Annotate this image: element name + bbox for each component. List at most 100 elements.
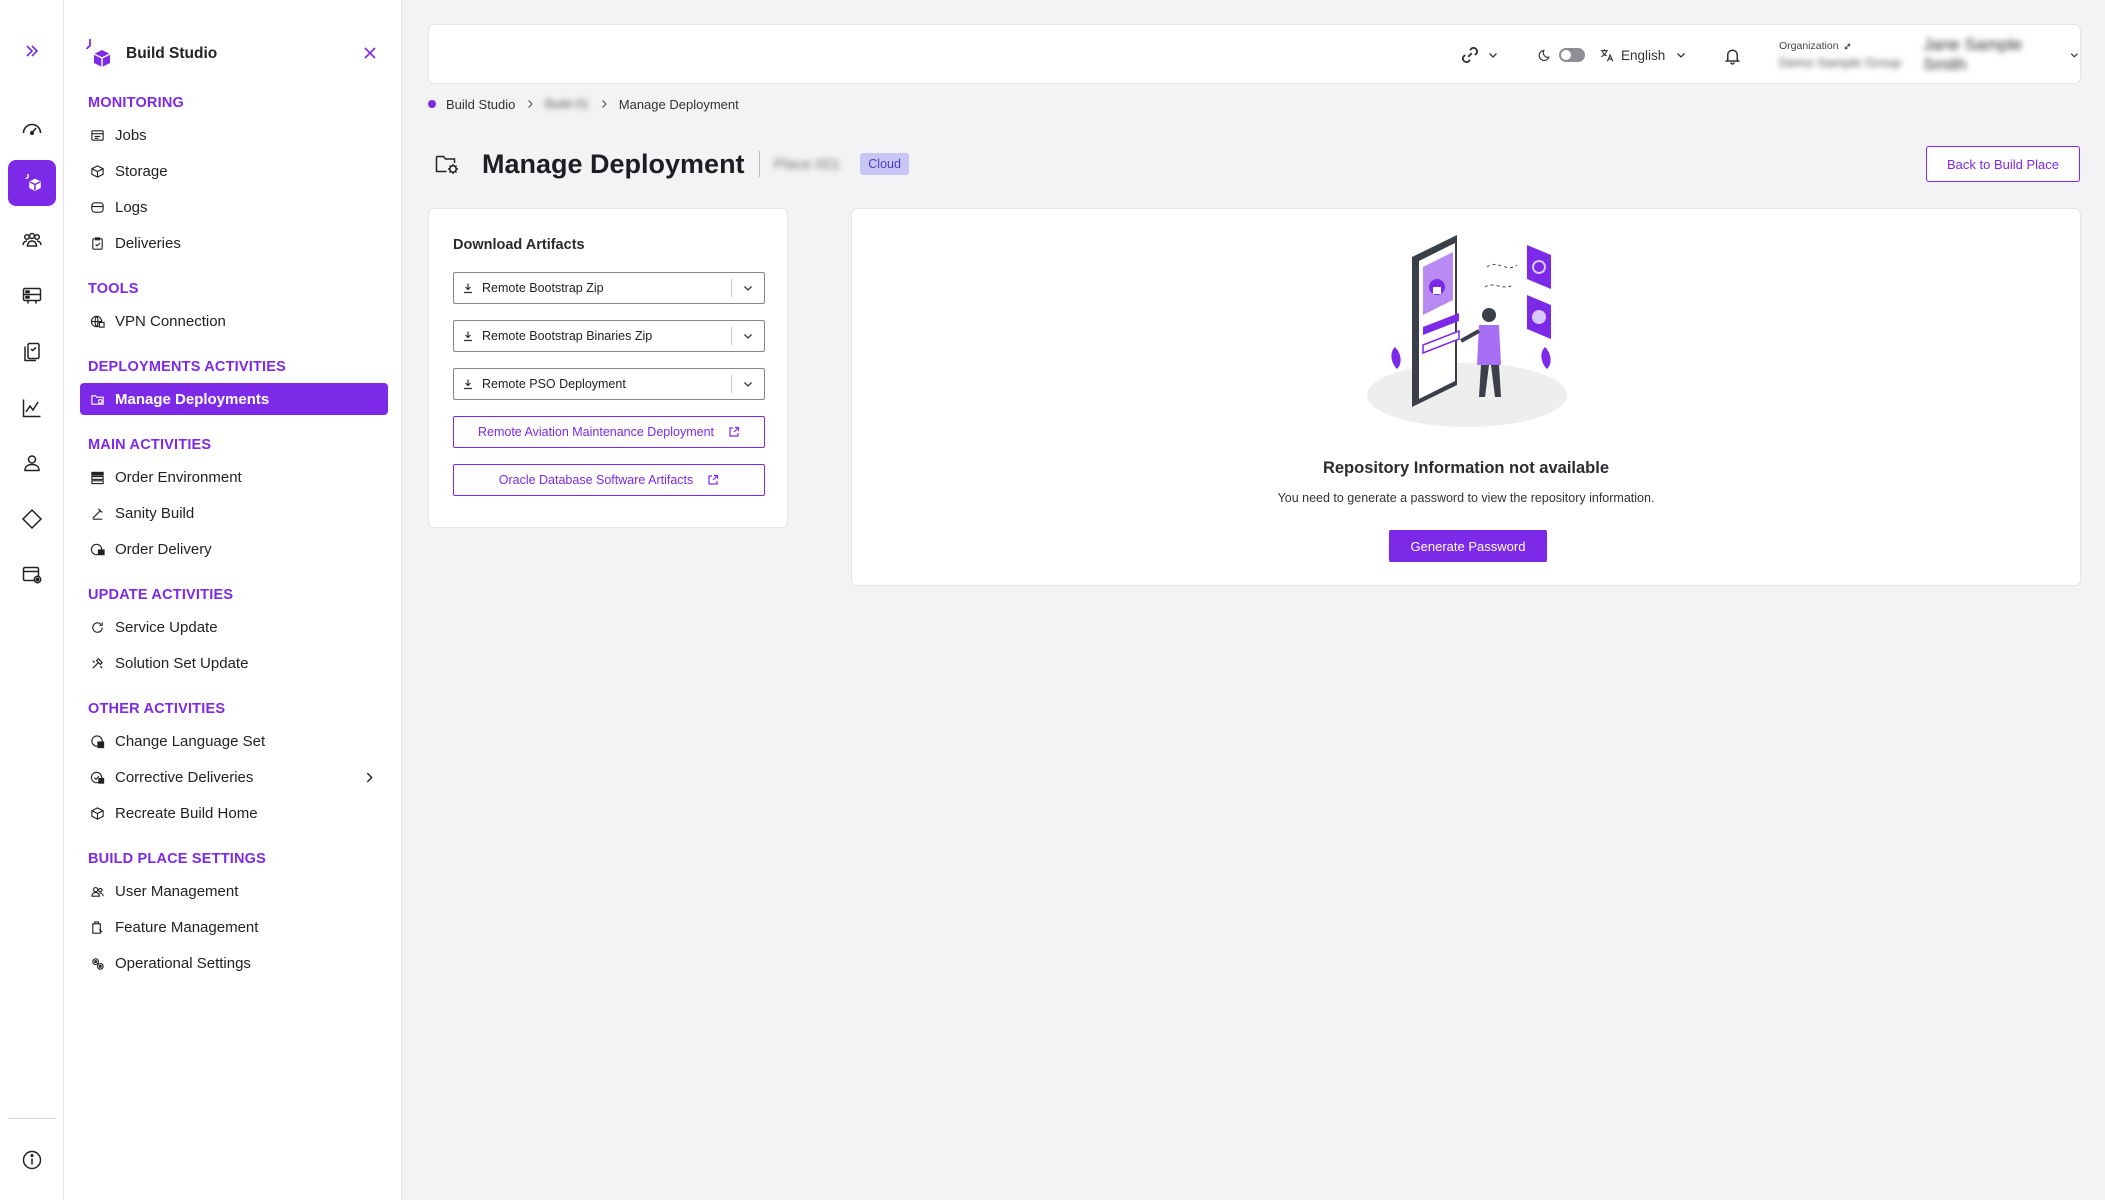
- dashboard-gauge-icon[interactable]: [8, 106, 56, 152]
- nav-section-tools: TOOLS: [88, 281, 139, 297]
- nav-section-build-place-settings: BUILD PLACE SETTINGS: [88, 851, 267, 867]
- storage-icon: [91, 164, 104, 178]
- build-studio-icon[interactable]: [8, 160, 56, 206]
- info-icon[interactable]: [8, 1137, 56, 1183]
- user-management-icon: [91, 886, 104, 897]
- nav-section-deployments-activities: DEPLOYMENTS ACTIVITIES: [88, 359, 287, 375]
- card-title: Download Artifacts: [453, 237, 585, 253]
- nav-item-label: Sanity Build: [115, 504, 195, 522]
- chevron-right-icon[interactable]: [363, 771, 376, 784]
- chevron-down-icon[interactable]: [742, 282, 754, 294]
- nav-item-solution-set-update[interactable]: Solution Set Update: [80, 647, 388, 679]
- external-link-icon: [708, 474, 719, 485]
- nav-item-manage-deployments[interactable]: Manage Deployments: [80, 383, 388, 415]
- oracle-database-software-artifacts-button[interactable]: Oracle Database Software Artifacts: [453, 464, 765, 496]
- download-icon: [464, 331, 472, 342]
- dropdown-label: Remote Bootstrap Binaries Zip: [482, 329, 653, 343]
- nav-item-order-delivery[interactable]: Order Delivery: [80, 533, 388, 565]
- dropdown-remote-bootstrap-binaries-zip[interactable]: Remote Bootstrap Binaries Zip: [453, 320, 765, 352]
- nav-item-label: Deliveries: [115, 234, 181, 252]
- chevron-down-icon[interactable]: [742, 378, 754, 390]
- nav-item-user-management[interactable]: User Management: [80, 875, 388, 907]
- nav-item-label: Storage: [115, 162, 168, 180]
- nav-item-vpn-connection[interactable]: VPN Connection: [80, 305, 388, 337]
- download-icon: [464, 283, 472, 294]
- user-icon[interactable]: [8, 440, 56, 486]
- button-label: Remote Aviation Maintenance Deployment: [477, 425, 715, 439]
- translate-icon: [1600, 49, 1614, 62]
- user-menu[interactable]: Jane Sample Smith: [1923, 25, 2080, 85]
- chevron-right-icon: [601, 100, 607, 108]
- nav-item-label: VPN Connection: [115, 312, 226, 330]
- chevron-down-icon[interactable]: [742, 330, 754, 342]
- nav-item-deliveries[interactable]: Deliveries: [80, 227, 388, 259]
- nav-item-recreate-build-home[interactable]: Recreate Build Home: [80, 797, 388, 829]
- page-header: Manage Deployment Place 001 Cloud: [434, 144, 909, 184]
- nav-item-logs[interactable]: Logs: [80, 191, 388, 223]
- breadcrumb-middle[interactable]: Build 01: [545, 97, 588, 111]
- nav-item-label: Order Delivery: [115, 540, 212, 558]
- breadcrumb-root[interactable]: Build Studio: [446, 97, 515, 112]
- nav-item-corrective-deliveries[interactable]: Corrective Deliveries: [80, 761, 388, 793]
- jobs-icon: [91, 129, 104, 141]
- nav-item-storage[interactable]: Storage: [80, 155, 388, 187]
- build-studio-logo-icon: [86, 39, 111, 67]
- repository-card: Repository Information not available You…: [851, 208, 2081, 586]
- server-icon[interactable]: [8, 273, 56, 319]
- deliveries-icon: [92, 236, 103, 250]
- link-icon: [1462, 47, 1478, 63]
- nav-item-label: Jobs: [115, 126, 147, 144]
- dropdown-remote-pso-deployment[interactable]: Remote PSO Deployment: [453, 368, 765, 400]
- back-to-build-place-button[interactable]: Back to Build Place: [1926, 146, 2080, 182]
- external-link-icon: [729, 426, 740, 437]
- dropdown-label: Remote PSO Deployment: [482, 377, 626, 391]
- order-environment-icon: [91, 471, 104, 484]
- moon-icon: [1538, 49, 1550, 61]
- page-subtitle: Place 001: [773, 155, 841, 173]
- generate-password-button[interactable]: Generate Password: [1389, 530, 1547, 562]
- team-icon[interactable]: [8, 218, 56, 264]
- nav-item-sanity-build[interactable]: Sanity Build: [80, 497, 388, 529]
- repository-title: Repository Information not available: [1322, 459, 1610, 477]
- dropdown-remote-bootstrap-zip[interactable]: Remote Bootstrap Zip: [453, 272, 765, 304]
- notifications-button[interactable]: [1723, 25, 1742, 85]
- organization-selector[interactable]: Organization Demo Sample Group: [1779, 25, 1901, 85]
- nav-item-change-language-set[interactable]: Change Language Set: [80, 725, 388, 757]
- dark-mode-switch[interactable]: [1559, 48, 1585, 62]
- bell-icon: [1724, 49, 1741, 65]
- refresh-icon: [92, 621, 103, 633]
- nav-item-jobs[interactable]: Jobs: [80, 119, 388, 151]
- remote-aviation-maintenance-deployment-button[interactable]: Remote Aviation Maintenance Deployment: [453, 416, 765, 448]
- nav-item-order-environment[interactable]: Order Environment: [80, 461, 388, 493]
- solution-set-icon: [92, 657, 103, 669]
- download-icon: [464, 379, 472, 390]
- logs-icon: [91, 201, 104, 213]
- breadcrumb: Build Studio Build 01 Manage Deployment: [428, 96, 739, 112]
- analytics-icon[interactable]: [8, 385, 56, 431]
- chevron-down-icon: [2071, 53, 2079, 58]
- link-menu[interactable]: [1459, 25, 1499, 85]
- nav-item-operational-settings[interactable]: Operational Settings: [80, 947, 388, 979]
- nav-item-feature-management[interactable]: Feature Management: [80, 911, 388, 943]
- settings-panel-icon[interactable]: [8, 552, 56, 598]
- theme-toggle[interactable]: [1538, 25, 1585, 85]
- nav-item-label: Corrective Deliveries: [115, 768, 254, 786]
- page-title: Manage Deployment: [482, 148, 745, 179]
- nav-item-label: Change Language Set: [115, 732, 266, 750]
- expand-icon[interactable]: [8, 28, 56, 74]
- order-delivery-icon: [90, 543, 105, 555]
- nav-item-label: Operational Settings: [115, 954, 251, 972]
- manage-deployments-icon: [91, 394, 104, 405]
- nav-section-monitoring: MONITORING: [88, 95, 184, 111]
- nav-item-service-update[interactable]: Service Update: [80, 611, 388, 643]
- language-set-icon: [91, 734, 105, 748]
- security-illustration: [1367, 235, 1567, 427]
- close-icon[interactable]: [361, 44, 379, 62]
- recreate-build-home-icon: [91, 806, 104, 820]
- language-selector[interactable]: English: [1599, 25, 1687, 85]
- diamond-icon[interactable]: [8, 496, 56, 542]
- nav-item-label: Logs: [115, 198, 148, 216]
- sanity-build-icon: [92, 507, 103, 520]
- tasks-icon[interactable]: [8, 329, 56, 375]
- repository-message: You need to generate a password to view …: [1277, 491, 1655, 505]
